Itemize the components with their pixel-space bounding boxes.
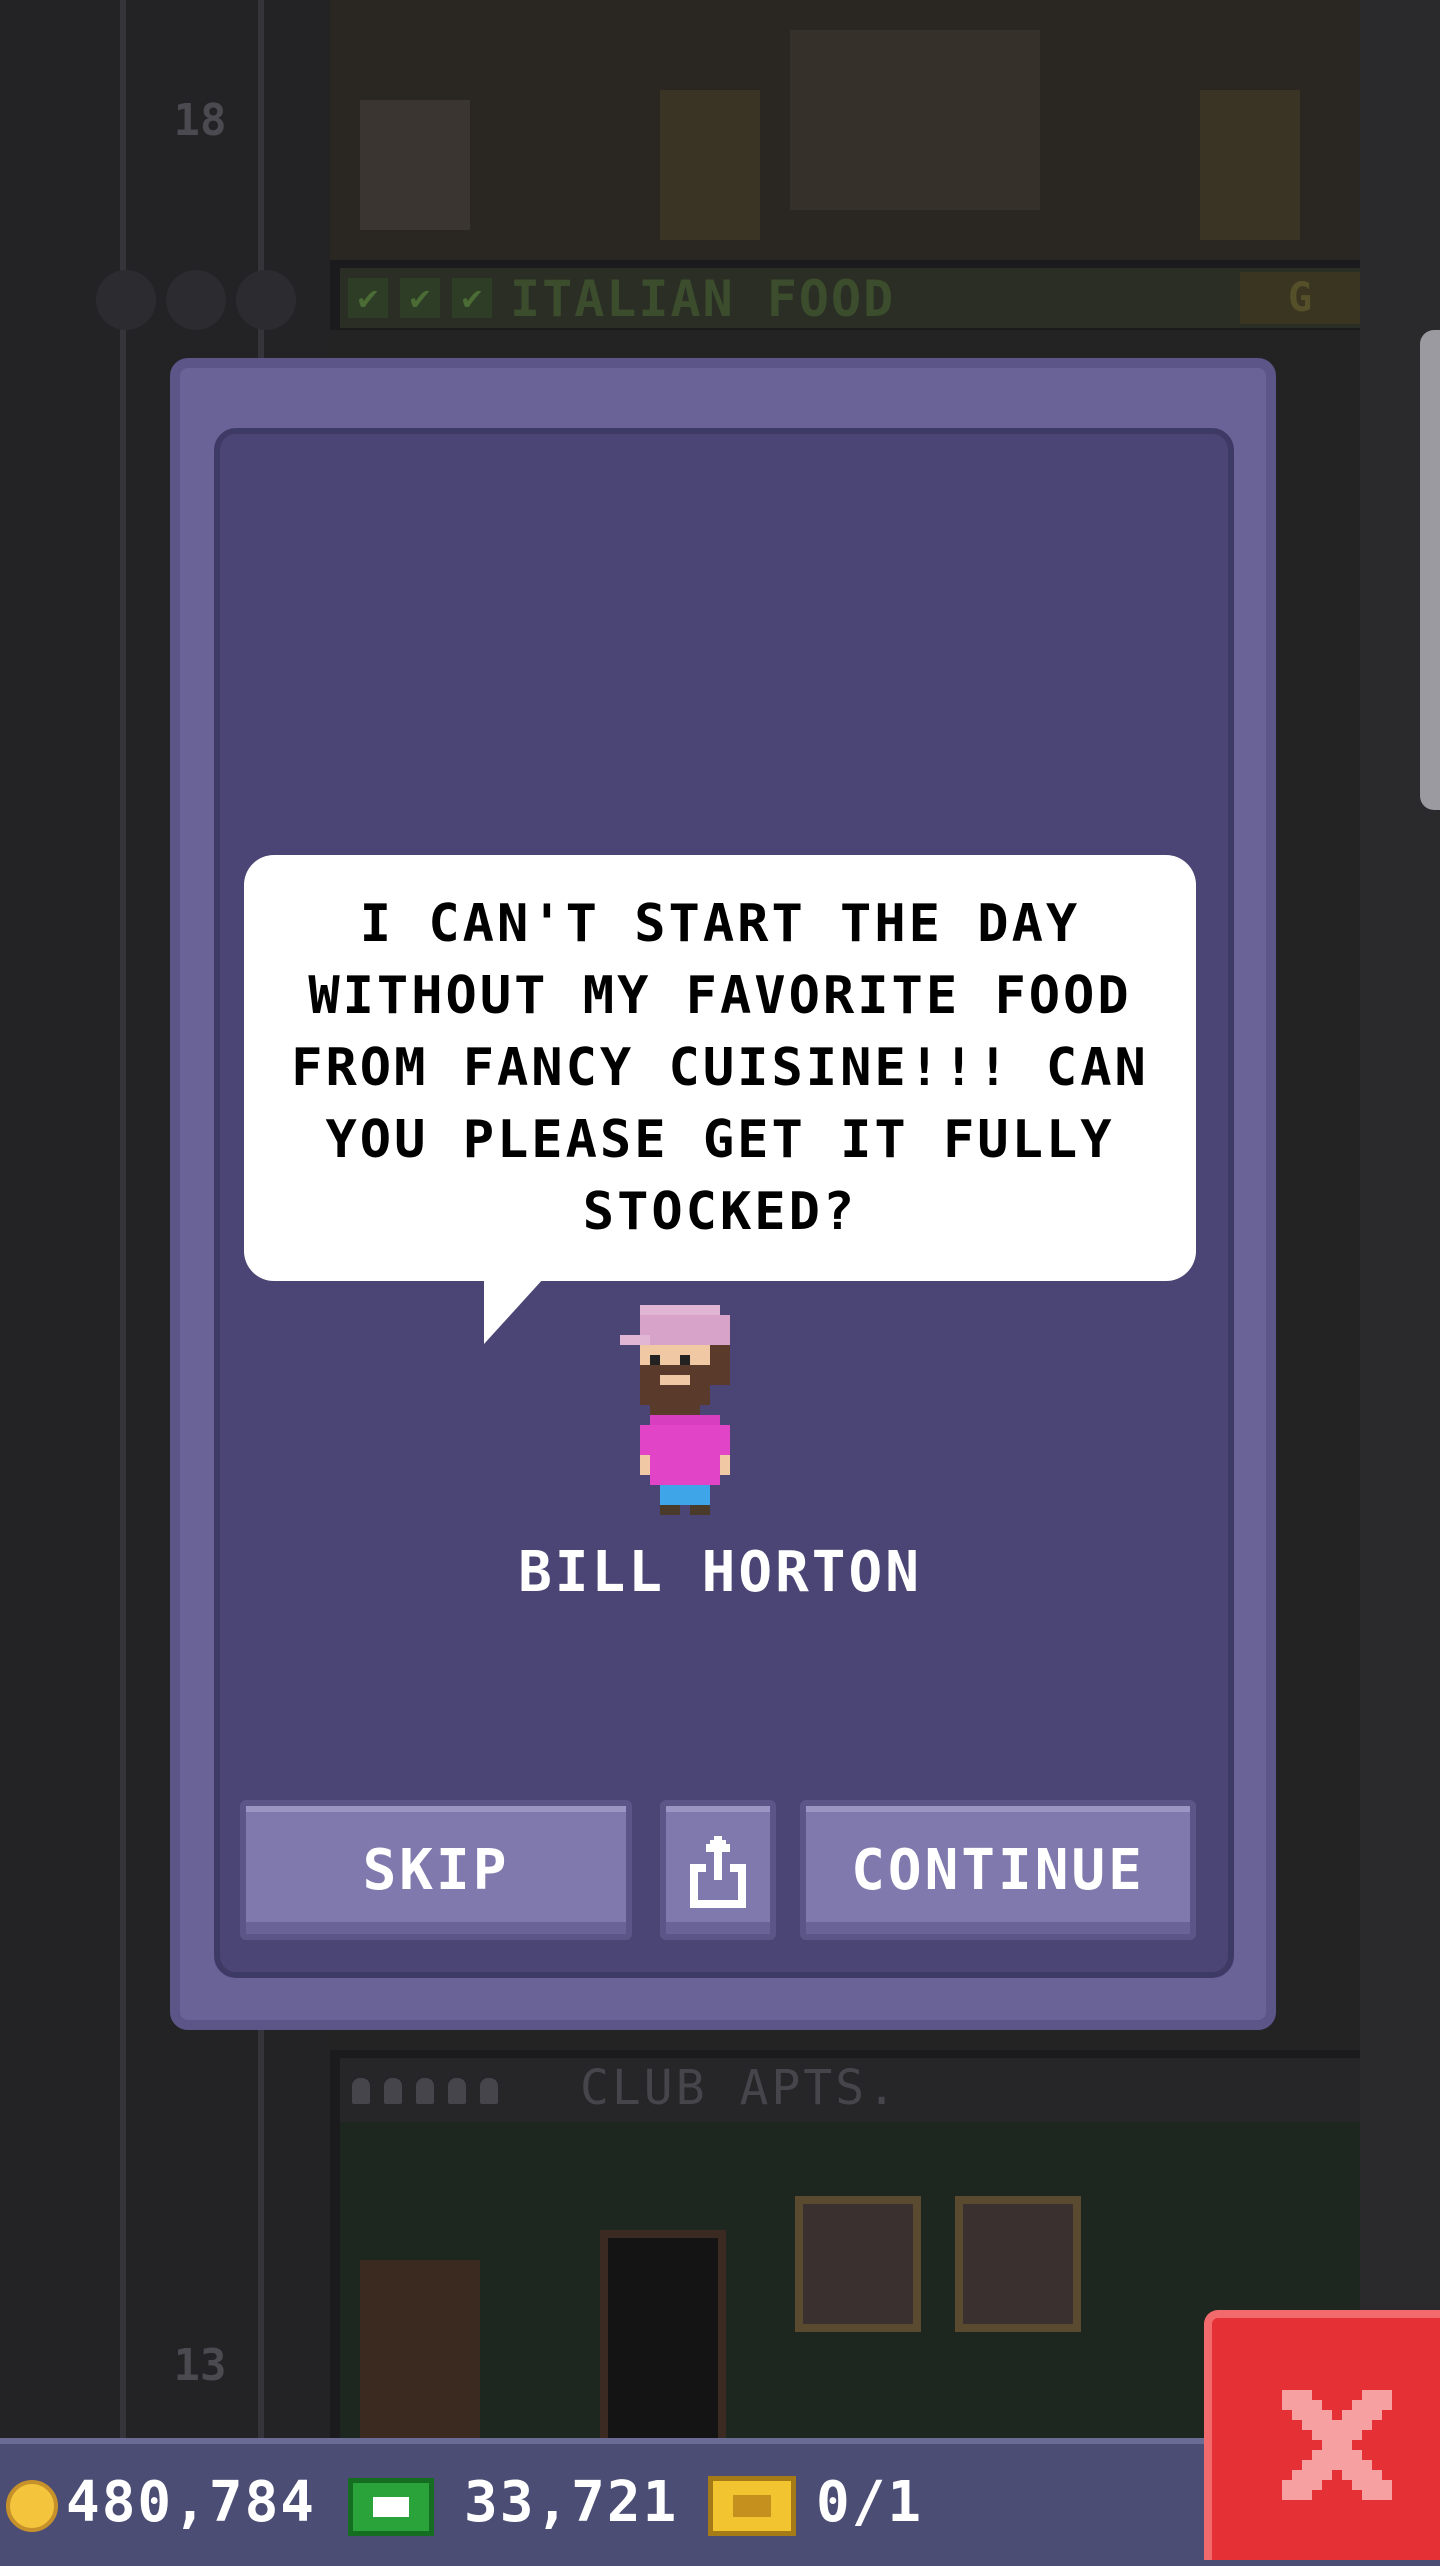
resident-icon <box>384 2078 402 2104</box>
continue-button-label: CONTINUE <box>851 1837 1145 1903</box>
check-icon: ✔ <box>400 278 440 318</box>
close-x-icon <box>1282 2390 1392 2500</box>
star-icon <box>96 270 156 330</box>
apartment-door <box>600 2230 726 2456</box>
shop-counter <box>790 30 1040 210</box>
check-icon: ✔ <box>348 278 388 318</box>
floor-number: 18 <box>173 95 227 146</box>
star-icon <box>236 270 296 330</box>
character-avatar <box>620 1305 730 1515</box>
floor-name: CLUB APTS. <box>580 2060 899 2116</box>
character-name: BILL HORTON <box>518 1540 922 1605</box>
close-button[interactable] <box>1204 2310 1440 2560</box>
bookshelf <box>360 2260 480 2440</box>
bux-count: 33,721 <box>464 2470 679 2535</box>
shop-worker <box>660 90 760 240</box>
share-button[interactable] <box>660 1800 776 1940</box>
check-icon: ✔ <box>452 278 492 318</box>
resident-icon <box>416 2078 434 2104</box>
ticket-icon <box>708 2476 796 2536</box>
continue-button[interactable]: CONTINUE <box>800 1800 1196 1940</box>
skip-button[interactable]: SKIP <box>240 1800 632 1940</box>
speech-bubble-tail <box>484 1278 544 1344</box>
skip-button-label: SKIP <box>362 1837 510 1903</box>
speech-bubble: I CAN'T START THE DAY WITHOUT MY FAVORIT… <box>244 855 1196 1281</box>
star-icon <box>166 270 226 330</box>
resident-icon <box>480 2078 498 2104</box>
floor-number: 13 <box>173 2340 227 2391</box>
scroll-handle[interactable] <box>1420 330 1440 810</box>
shop-worker <box>1200 90 1300 240</box>
resident-icon <box>448 2078 466 2104</box>
bux-icon <box>348 2478 434 2536</box>
share-icon <box>690 1836 746 1908</box>
ticket-count: 0/1 <box>816 2470 924 2535</box>
dialog-message: I CAN'T START THE DAY WITHOUT MY FAVORIT… <box>291 894 1149 1242</box>
floor-name: ITALIAN FOOD <box>510 270 896 328</box>
resident-icon <box>352 2078 370 2104</box>
floor-badge: G <box>1240 272 1360 324</box>
elevator-rail <box>120 0 126 2440</box>
portrait-frame <box>955 2196 1081 2332</box>
portrait-frame <box>795 2196 921 2332</box>
shop-shelf <box>360 100 470 230</box>
coin-count: 480,784 <box>66 2470 317 2535</box>
coin-icon <box>6 2480 58 2532</box>
